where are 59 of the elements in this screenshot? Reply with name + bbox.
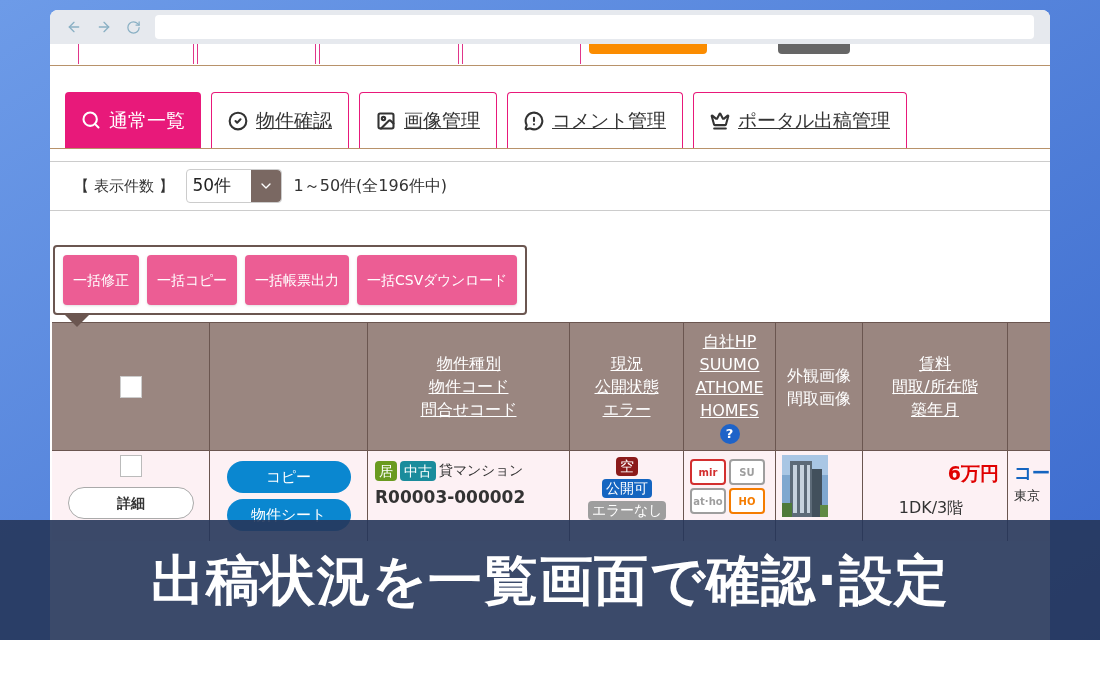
column-header[interactable]: 現況: [610, 352, 643, 375]
bulk-action-button[interactable]: 一括帳票出力: [245, 255, 349, 305]
property-type: 貸マンション: [439, 461, 523, 480]
help-icon[interactable]: ?: [719, 423, 740, 444]
property-tag: 居: [375, 460, 397, 481]
rent-price: 6万円: [947, 461, 999, 486]
portal-badge: at·ho: [690, 488, 726, 514]
column-header[interactable]: 物件コード: [428, 375, 509, 398]
caption-banner: 出稿状況を一覧画面で確認·設定: [0, 520, 1100, 640]
column-header[interactable]: ATHOME: [695, 375, 764, 399]
result-count: 1～50件(全196件中): [293, 175, 448, 197]
detail-button[interactable]: 詳細: [67, 487, 194, 519]
column-header: 間取画像: [787, 387, 851, 410]
column-header[interactable]: 公開状態: [594, 375, 659, 398]
display-count-label: 【 表示件数 】: [74, 175, 174, 197]
tab[interactable]: 通常一覧: [65, 92, 201, 148]
column-header[interactable]: SUUMO: [699, 352, 760, 376]
property-name-link[interactable]: コー: [1014, 459, 1050, 486]
menu-button[interactable]: [589, 44, 707, 54]
tab[interactable]: 物件確認: [211, 92, 349, 148]
column-header[interactable]: エラー: [602, 398, 651, 421]
portal-badge: HO: [729, 488, 765, 514]
bulk-action-button[interactable]: 一括CSVダウンロード: [357, 255, 518, 305]
status-label: 空: [615, 457, 638, 476]
column-header[interactable]: 賃料: [919, 352, 951, 375]
column-header[interactable]: HOMES: [700, 398, 759, 422]
tab[interactable]: 画像管理: [359, 92, 497, 148]
column-header[interactable]: 間取/所在階: [892, 375, 978, 398]
search-icon: [81, 110, 101, 130]
status-label: 公開可: [601, 479, 652, 498]
portal-badge: SU: [729, 459, 765, 485]
crown-icon: [710, 110, 730, 131]
reload-icon[interactable]: [126, 19, 141, 35]
column-header[interactable]: 自社HP: [702, 329, 757, 353]
menu-button[interactable]: [778, 44, 850, 54]
select-all-checkbox[interactable]: [119, 375, 142, 398]
column-header[interactable]: 築年月: [911, 398, 959, 421]
column-header: 外観画像: [787, 364, 851, 387]
bulk-action-button[interactable]: 一括コピー: [147, 255, 237, 305]
display-count-select[interactable]: 50件: [185, 169, 282, 203]
portal-badge: mir: [690, 459, 726, 485]
column-header[interactable]: 問合せコード: [420, 398, 517, 421]
property-tag: 中古: [400, 460, 436, 481]
speech-bubble-icon: [524, 110, 544, 131]
address-field[interactable]: [155, 15, 1034, 39]
bulk-action-button[interactable]: 一括修正: [63, 255, 139, 305]
column-header[interactable]: 物件種別: [436, 352, 501, 375]
tab[interactable]: ポータル出稿管理: [693, 92, 907, 148]
forward-icon[interactable]: [96, 19, 112, 35]
status-label: エラーなし: [587, 501, 666, 520]
row-checkbox[interactable]: [119, 455, 142, 477]
row-action-button[interactable]: コピー: [226, 461, 351, 493]
tab[interactable]: コメント管理: [507, 92, 683, 148]
back-icon[interactable]: [66, 19, 82, 35]
address-text: 東京: [1014, 487, 1041, 505]
property-code: R00003-000002: [375, 486, 527, 509]
floor-plan: 1DK/3階: [898, 496, 964, 519]
image-icon: [376, 110, 396, 131]
check-circle-icon: [228, 110, 248, 131]
